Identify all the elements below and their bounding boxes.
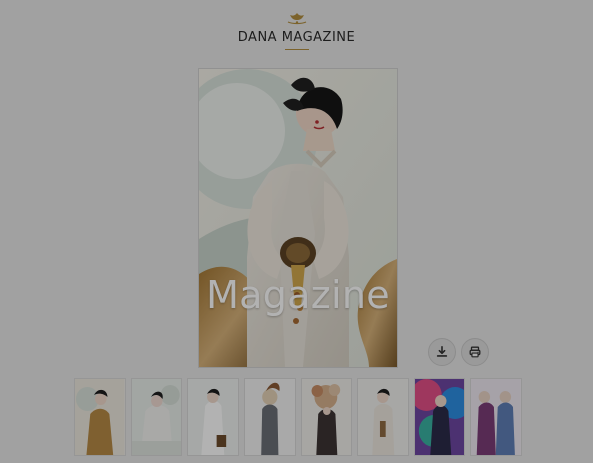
thumbnail-2[interactable]	[130, 378, 183, 456]
thumbnail-5[interactable]	[300, 378, 353, 456]
thumbnail-1[interactable]	[74, 378, 126, 456]
site-logo[interactable]: DANA MAGAZINE	[0, 12, 593, 50]
ornament-icon	[287, 13, 306, 25]
cover-label: Magazine	[206, 273, 390, 317]
logo-underline	[284, 49, 309, 50]
download-button[interactable]	[428, 338, 456, 366]
thumbnail-3[interactable]	[187, 378, 239, 456]
print-button[interactable]	[461, 338, 489, 366]
download-icon	[436, 345, 448, 357]
site-logo-text: DANA MAGAZINE	[237, 30, 356, 45]
thumbnail-4[interactable]	[243, 378, 296, 456]
thumbnail-6[interactable]	[357, 378, 409, 456]
thumbnail-7[interactable]	[413, 378, 466, 456]
magazine-cover[interactable]: Magazine	[198, 68, 398, 368]
thumbnail-8[interactable]	[470, 378, 522, 456]
magazine-page: DANA MAGAZINE Magazine	[0, 0, 593, 463]
thumbnail-strip	[74, 378, 522, 456]
print-icon	[469, 346, 481, 358]
cover-image	[199, 69, 397, 367]
